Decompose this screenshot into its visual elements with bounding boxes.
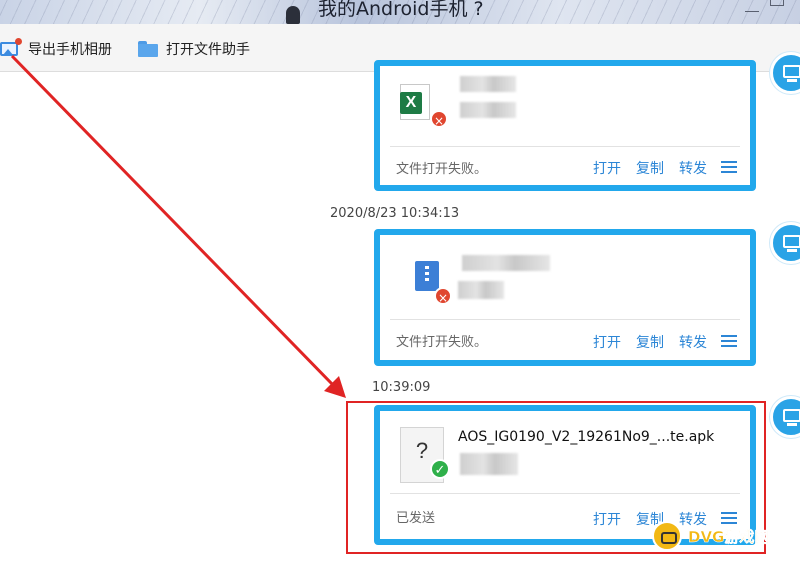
site-watermark: DVG游戏网 bbox=[652, 521, 792, 551]
annotation-arrow bbox=[10, 54, 346, 398]
watermark-text: DVG游戏网 bbox=[688, 527, 770, 546]
gamepad-logo-icon bbox=[652, 521, 682, 551]
